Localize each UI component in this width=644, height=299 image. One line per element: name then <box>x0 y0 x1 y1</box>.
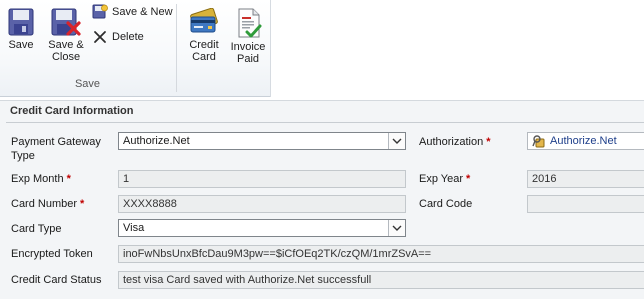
exp-year-field[interactable]: 2016 <box>527 170 644 188</box>
exp-month-label-text: Exp Month <box>11 173 64 185</box>
card-type-value: Visa <box>123 222 145 234</box>
card-number-label: Card Number * <box>11 197 84 211</box>
card-code-field[interactable] <box>527 195 644 213</box>
save-and-new-button[interactable]: Save & New <box>92 3 173 21</box>
delete-icon <box>94 31 106 43</box>
card-code-label: Card Code <box>419 197 472 211</box>
credit-card-button[interactable]: Credit Card <box>184 8 224 63</box>
credit-card-label-line1: Credit <box>189 39 219 51</box>
credit-card-status-value: test visa Card saved with Authorize.Net … <box>123 274 372 286</box>
section-title: Credit Card Information <box>10 105 134 117</box>
exp-year-label-text: Exp Year <box>419 173 464 185</box>
exp-month-field[interactable]: 1 <box>118 170 406 188</box>
command-ribbon: Save Save & Close Save & New Delete Save <box>0 0 271 97</box>
save-label: Save <box>8 39 34 51</box>
card-type-label-text: Card Type <box>11 223 62 235</box>
save-close-icon <box>51 8 81 36</box>
card-number-value: XXXX8888 <box>123 198 177 210</box>
credit-card-status-field[interactable]: test visa Card saved with Authorize.Net … <box>118 271 644 289</box>
invoice-paid-label-line2: Paid <box>236 53 260 65</box>
payment-gateway-type-label-line2: Type <box>11 150 35 162</box>
authorization-label: Authorization * <box>419 135 491 149</box>
card-number-field[interactable]: XXXX8888 <box>118 195 406 213</box>
card-number-label-text: Card Number <box>11 198 78 210</box>
save-close-label-line1: Save & <box>48 39 84 51</box>
save-close-label-line2: Close <box>51 51 81 63</box>
encrypted-token-label-text: Encrypted Token <box>11 248 93 260</box>
credit-card-status-label: Credit Card Status <box>11 273 101 287</box>
required-marker: * <box>466 173 471 185</box>
payment-gateway-type-label-line1: Payment Gateway <box>11 136 101 148</box>
credit-card-label-line2: Card <box>192 51 216 63</box>
ribbon-bottom-border <box>0 96 270 97</box>
card-code-label-text: Card Code <box>419 198 473 210</box>
credit-card-icon <box>190 8 218 33</box>
payment-gateway-type-label: Payment Gateway Type <box>11 135 101 163</box>
exp-year-label: Exp Year * <box>419 172 470 186</box>
invoice-paid-icon <box>238 8 262 38</box>
required-marker: * <box>66 173 71 185</box>
save-and-close-button[interactable]: Save & Close <box>44 8 88 63</box>
save-new-label: Save & New <box>112 6 173 18</box>
exp-month-value: 1 <box>123 173 130 185</box>
section-divider <box>6 122 644 123</box>
encrypted-token-label: Encrypted Token <box>11 247 93 261</box>
card-type-label: Card Type <box>11 222 62 236</box>
payment-gateway-type-select[interactable]: Authorize.Net <box>118 132 406 150</box>
delete-button[interactable]: Delete <box>92 28 144 46</box>
required-marker: * <box>80 198 85 210</box>
invoice-paid-button[interactable]: Invoice Paid <box>228 8 268 65</box>
lookup-record-icon <box>532 135 545 148</box>
dropdown-arrow-icon[interactable] <box>388 220 405 236</box>
exp-year-value: 2016 <box>532 173 557 185</box>
card-type-select[interactable]: Visa <box>118 219 406 237</box>
invoice-paid-label-line1: Invoice <box>230 41 266 53</box>
credit-card-information-section: Credit Card Information Payment Gateway … <box>0 100 644 299</box>
payment-gateway-type-value: Authorize.Net <box>123 135 190 147</box>
encrypted-token-field[interactable]: inoFwNbsUnxBfcDau9M3pw==$iCfOEq2TK/czQM/… <box>118 245 644 263</box>
save-button[interactable]: Save <box>4 8 38 51</box>
authorization-label-text: Authorization <box>419 136 484 148</box>
save-new-icon <box>92 4 108 19</box>
delete-label: Delete <box>112 31 144 43</box>
credit-card-status-label-text: Credit Card Status <box>11 274 102 286</box>
encrypted-token-value: inoFwNbsUnxBfcDau9M3pw==$iCfOEq2TK/czQM/… <box>123 248 432 260</box>
exp-month-label: Exp Month * <box>11 172 71 186</box>
ribbon-group-divider <box>176 4 177 92</box>
dropdown-arrow-icon[interactable] <box>388 133 405 149</box>
save-group-label: Save <box>74 78 101 90</box>
required-marker: * <box>486 136 491 148</box>
authorization-lookup-link[interactable]: Authorize.Net <box>550 133 617 149</box>
save-icon <box>8 8 34 36</box>
authorization-lookup[interactable]: Authorize.Net <box>527 132 644 150</box>
